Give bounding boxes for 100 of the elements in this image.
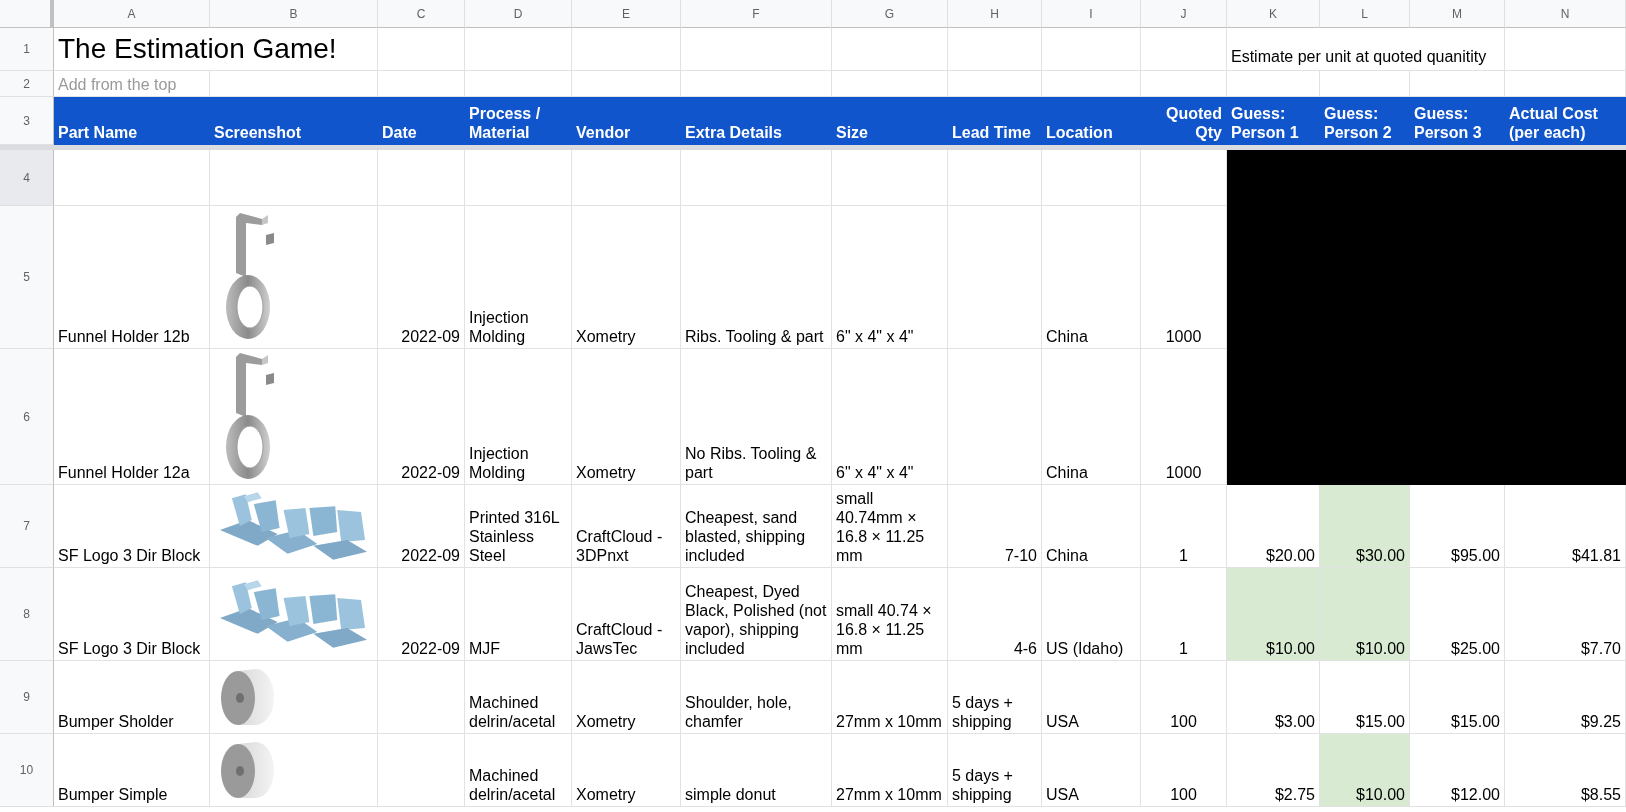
table-cell: China <box>1042 206 1141 349</box>
table-cell: USA <box>1042 661 1141 734</box>
table-cell: small 40.74 × 16.8 × 11.25 mm <box>832 568 948 661</box>
table-cell: Printed 316L Stainless Steel <box>465 485 572 568</box>
table-cell: Xometry <box>572 661 681 734</box>
table-cell: Bumper Simple <box>54 734 210 807</box>
table-cell: 2022-09 <box>378 206 465 349</box>
column-heading: Process / Material <box>465 97 572 145</box>
table-cell: Bumper Sholder <box>54 661 210 734</box>
table-cell: $3.00 <box>1227 661 1320 734</box>
column-heading: Actual Cost (per each) <box>1505 97 1626 145</box>
column-heading: Lead Time <box>948 97 1042 145</box>
column-header[interactable]: D <box>465 0 572 28</box>
table-cell: $12.00 <box>1410 734 1505 807</box>
table-cell: $41.81 <box>1505 485 1626 568</box>
column-header[interactable]: H <box>948 0 1042 28</box>
table-cell: Injection Molding <box>465 206 572 349</box>
column-heading: Extra Details <box>681 97 832 145</box>
column-header[interactable]: F <box>681 0 832 28</box>
table-cell: 2022-09 <box>378 349 465 485</box>
table-cell: Add from the top <box>54 71 210 97</box>
row-header[interactable]: 1 <box>0 28 54 71</box>
table-cell: Injection Molding <box>465 349 572 485</box>
table-cell: Cheapest, Dyed Black, Polished (not vapor), shipping included <box>681 568 832 661</box>
column-heading: Quoted Qty <box>1141 97 1227 145</box>
table-cell: USA <box>1042 734 1141 807</box>
table-cell: Shoulder, hole, chamfer <box>681 661 832 734</box>
table-cell: $9.25 <box>1505 661 1626 734</box>
table-cell: simple donut <box>681 734 832 807</box>
table-cell: MJF <box>465 568 572 661</box>
row-header[interactable]: 8 <box>0 568 54 661</box>
column-header[interactable]: J <box>1141 0 1227 28</box>
table-cell: 6" x 4" x 4" <box>832 206 948 349</box>
table-cell: 1 <box>1141 568 1227 661</box>
table-cell: 100 <box>1141 734 1227 807</box>
table-cell: 2022-09 <box>378 485 465 568</box>
table-cell: $25.00 <box>1410 568 1505 661</box>
table-cell: 1000 <box>1141 206 1227 349</box>
column-heading: Screenshot <box>210 97 378 145</box>
table-cell: $10.00 <box>1227 568 1320 661</box>
table-cell: $15.00 <box>1410 661 1505 734</box>
table-cell: Xometry <box>572 734 681 807</box>
column-heading: Guess: Person 2 <box>1320 97 1410 145</box>
column-header[interactable]: C <box>378 0 465 28</box>
row-header[interactable]: 7 <box>0 485 54 568</box>
sheet-title: The Estimation Game! <box>54 28 378 71</box>
table-cell: Cheapest, sand blasted, shipping included <box>681 485 832 568</box>
table-cell: Machined delrin/acetal <box>465 661 572 734</box>
row-header[interactable]: 5 <box>0 206 54 349</box>
disc-drawing <box>218 740 274 800</box>
row-header[interactable]: 3 <box>0 97 54 145</box>
table-cell: $7.70 <box>1505 568 1626 661</box>
table-cell: 5 days + shipping <box>948 734 1042 807</box>
column-header[interactable]: N <box>1505 0 1626 28</box>
row-header[interactable]: 2 <box>0 71 54 97</box>
column-header[interactable]: L <box>1320 0 1410 28</box>
table-cell: 7-10 <box>948 485 1042 568</box>
column-heading: Guess: Person 3 <box>1410 97 1505 145</box>
column-header[interactable]: E <box>572 0 681 28</box>
row-header[interactable]: 4 <box>0 150 54 206</box>
column-heading: Size <box>832 97 948 145</box>
column-header[interactable]: G <box>832 0 948 28</box>
table-cell: Estimate per unit at quoted quanitity <box>1227 28 1505 71</box>
column-header[interactable]: B <box>210 0 378 28</box>
column-heading: Part Name <box>54 97 210 145</box>
table-cell: Funnel Holder 12a <box>54 349 210 485</box>
table-cell: SF Logo 3 Dir Block <box>54 568 210 661</box>
table-cell: China <box>1042 485 1141 568</box>
column-heading: Date <box>378 97 465 145</box>
column-header[interactable]: M <box>1410 0 1505 28</box>
table-cell: $15.00 <box>1320 661 1410 734</box>
table-cell: 100 <box>1141 661 1227 734</box>
select-all-corner[interactable] <box>0 0 54 28</box>
table-cell: CraftCloud - 3DPnxt <box>572 485 681 568</box>
disc-drawing <box>218 667 274 727</box>
column-header[interactable]: K <box>1227 0 1320 28</box>
table-cell: Ribs. Tooling & part <box>681 206 832 349</box>
column-header[interactable]: I <box>1042 0 1141 28</box>
table-cell: 6" x 4" x 4" <box>832 349 948 485</box>
table-cell: 1000 <box>1141 349 1227 485</box>
row-header[interactable]: 9 <box>0 661 54 734</box>
table-cell: 27mm x 10mm <box>832 661 948 734</box>
table-cell: $2.75 <box>1227 734 1320 807</box>
row-header[interactable]: 10 <box>0 734 54 807</box>
column-heading: Guess: Person 1 <box>1227 97 1320 145</box>
table-cell: 1 <box>1141 485 1227 568</box>
row-header[interactable]: 6 <box>0 349 54 485</box>
table-cell: CraftCloud - JawsTec <box>572 568 681 661</box>
column-header[interactable]: A <box>54 0 210 28</box>
table-cell: $10.00 <box>1320 568 1410 661</box>
table-cell: 2022-09 <box>378 568 465 661</box>
table-cell: $10.00 <box>1320 734 1410 807</box>
table-cell: small 40.74mm × 16.8 × 11.25 mm <box>832 485 948 568</box>
column-heading: Vendor <box>572 97 681 145</box>
table-cell: SF Logo 3 Dir Block <box>54 485 210 568</box>
table-cell: $8.55 <box>1505 734 1626 807</box>
table-cell: $95.00 <box>1410 485 1505 568</box>
table-cell: $30.00 <box>1320 485 1410 568</box>
table-cell: 5 days + shipping <box>948 661 1042 734</box>
table-cell: Xometry <box>572 349 681 485</box>
